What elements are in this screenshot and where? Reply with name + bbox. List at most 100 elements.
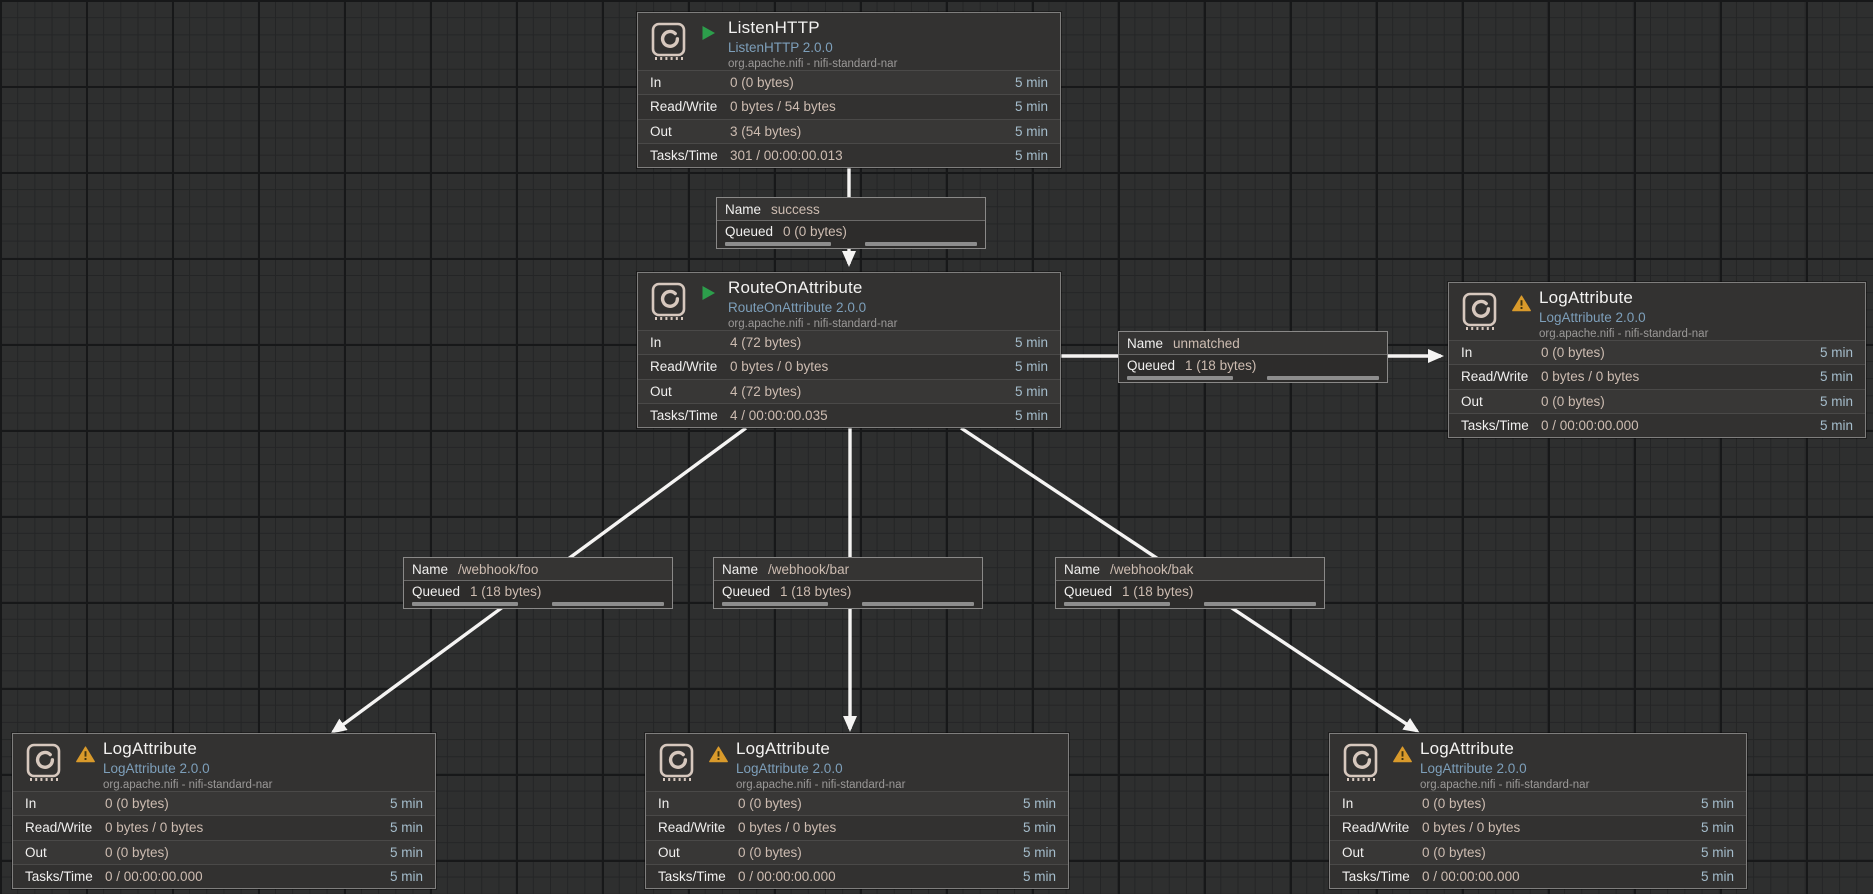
processor-type-version: LogAttribute 2.0.0: [103, 760, 272, 778]
processor-routeonattribute[interactable]: RouteOnAttribute RouteOnAttribute 2.0.0 …: [637, 272, 1061, 428]
stat-out-value: 0 (0 bytes): [738, 845, 1023, 860]
stat-row-tasks-time: Tasks/Time 0 / 00:00:00.000 5 min: [1330, 864, 1746, 888]
processor-logattribute-unmatched[interactable]: LogAttribute LogAttribute 2.0.0 org.apac…: [1448, 282, 1866, 438]
stat-row-read-write: Read/Write 0 bytes / 0 bytes 5 min: [1330, 815, 1746, 839]
processor-listenhttp[interactable]: ListenHTTP ListenHTTP 2.0.0 org.apache.n…: [637, 12, 1061, 168]
stat-row-out: Out 0 (0 bytes) 5 min: [1330, 840, 1746, 864]
processor-title: LogAttribute: [1539, 287, 1708, 309]
connection-queued-label: Queued: [1064, 584, 1112, 599]
stat-row-in: In 0 (0 bytes) 5 min: [13, 791, 435, 815]
connection-name-value: /webhook/bak: [1110, 562, 1193, 577]
stat-window: 5 min: [1015, 335, 1048, 350]
stat-tasks-time-value: 301 / 00:00:00.013: [730, 148, 1015, 163]
stat-read-write-value: 0 bytes / 0 bytes: [738, 820, 1023, 835]
connection-name-value: success: [771, 202, 820, 217]
processor-bundle: org.apache.nifi - nifi-standard-nar: [728, 317, 897, 332]
stat-window: 5 min: [1023, 845, 1056, 860]
connection-label-webhook-bar[interactable]: Name /webhook/bar Queued 1 (18 bytes): [713, 557, 983, 609]
connection-label-webhook-bak[interactable]: Name /webhook/bak Queued 1 (18 bytes): [1055, 557, 1325, 609]
processor-stamp-icon: [651, 22, 687, 69]
stat-window: 5 min: [1023, 796, 1056, 811]
connection-name-value: /webhook/bar: [768, 562, 849, 577]
processor-logattribute-foo[interactable]: LogAttribute LogAttribute 2.0.0 org.apac…: [12, 733, 436, 889]
stat-row-in: In 4 (72 bytes) 5 min: [638, 330, 1060, 354]
connection-name-label: Name: [1064, 562, 1100, 577]
stat-row-out: Out 0 (0 bytes) 5 min: [1449, 389, 1865, 413]
stat-read-write-value: 0 bytes / 0 bytes: [730, 359, 1015, 374]
stat-window: 5 min: [1015, 148, 1048, 163]
stat-row-read-write: Read/Write 0 bytes / 0 bytes 5 min: [1449, 364, 1865, 388]
stat-window: 5 min: [1820, 418, 1853, 433]
processor-title: LogAttribute: [1420, 738, 1589, 760]
stat-tasks-time-value: 0 / 00:00:00.000: [1422, 869, 1701, 884]
stat-row-in: In 0 (0 bytes) 5 min: [1449, 340, 1865, 364]
processor-stamp-icon: [1343, 743, 1379, 790]
stat-out-value: 0 (0 bytes): [105, 845, 390, 860]
stat-out-value: 0 (0 bytes): [1541, 394, 1820, 409]
run-status-play-icon: [701, 285, 716, 306]
processor-type-version: RouteOnAttribute 2.0.0: [728, 299, 897, 317]
stat-row-in: In 0 (0 bytes) 5 min: [638, 70, 1060, 94]
warning-triangle-icon: [1512, 295, 1531, 317]
stat-row-tasks-time: Tasks/Time 0 / 00:00:00.000 5 min: [646, 864, 1068, 888]
connection-queued-value: 1 (18 bytes): [780, 584, 851, 599]
stat-window: 5 min: [1015, 408, 1048, 423]
connection-label-success[interactable]: Name success Queued 0 (0 bytes): [716, 197, 986, 249]
connection-queued-label: Queued: [725, 224, 773, 239]
stat-row-out: Out 0 (0 bytes) 5 min: [646, 840, 1068, 864]
connection-label-webhook-foo[interactable]: Name /webhook/foo Queued 1 (18 bytes): [403, 557, 673, 609]
warning-triangle-icon: [76, 746, 95, 768]
processor-bundle: org.apache.nifi - nifi-standard-nar: [103, 778, 272, 793]
stat-window: 5 min: [1015, 359, 1048, 374]
warning-triangle-icon: [709, 746, 728, 768]
processor-title: LogAttribute: [103, 738, 272, 760]
stat-window: 5 min: [1023, 820, 1056, 835]
stat-row-in: In 0 (0 bytes) 5 min: [1330, 791, 1746, 815]
connection-queued-value: 0 (0 bytes): [783, 224, 847, 239]
connection-name-label: Name: [725, 202, 761, 217]
flow-canvas[interactable]: Name success Queued 0 (0 bytes) Name unm…: [0, 0, 1873, 894]
stat-window: 5 min: [390, 845, 423, 860]
connection-name-label: Name: [1127, 336, 1163, 351]
processor-type-version: ListenHTTP 2.0.0: [728, 39, 897, 57]
stat-in-value: 0 (0 bytes): [1422, 796, 1701, 811]
stat-window: 5 min: [390, 820, 423, 835]
stat-read-write-value: 0 bytes / 54 bytes: [730, 99, 1015, 114]
stat-window: 5 min: [1015, 99, 1048, 114]
stat-read-write-value: 0 bytes / 0 bytes: [105, 820, 390, 835]
stat-window: 5 min: [1701, 820, 1734, 835]
stat-window: 5 min: [1015, 384, 1048, 399]
connection-label-unmatched[interactable]: Name unmatched Queued 1 (18 bytes): [1118, 331, 1388, 383]
connection-name-label: Name: [412, 562, 448, 577]
processor-type-version: LogAttribute 2.0.0: [1420, 760, 1589, 778]
queue-count-usage-bar: [722, 602, 828, 606]
connection-queued-value: 1 (18 bytes): [470, 584, 541, 599]
stat-tasks-time-value: 4 / 00:00:00.035: [730, 408, 1015, 423]
queue-count-usage-bar: [412, 602, 518, 606]
processor-stamp-icon: [659, 743, 695, 790]
queue-count-usage-bar: [1064, 602, 1170, 606]
stat-window: 5 min: [1820, 369, 1853, 384]
queue-size-usage-bar: [862, 602, 974, 606]
stat-row-read-write: Read/Write 0 bytes / 54 bytes 5 min: [638, 94, 1060, 118]
stat-out-value: 4 (72 bytes): [730, 384, 1015, 399]
processor-logattribute-bak[interactable]: LogAttribute LogAttribute 2.0.0 org.apac…: [1329, 733, 1747, 889]
processor-header: ListenHTTP ListenHTTP 2.0.0 org.apache.n…: [638, 13, 1060, 70]
queue-size-usage-bar: [1204, 602, 1316, 606]
queue-count-usage-bar: [725, 242, 831, 246]
processor-logattribute-bar[interactable]: LogAttribute LogAttribute 2.0.0 org.apac…: [645, 733, 1069, 889]
stat-in-value: 4 (72 bytes): [730, 335, 1015, 350]
stat-row-read-write: Read/Write 0 bytes / 0 bytes 5 min: [638, 354, 1060, 378]
connection-queued-label: Queued: [722, 584, 770, 599]
connection-queued-label: Queued: [412, 584, 460, 599]
connection-queued-value: 1 (18 bytes): [1122, 584, 1193, 599]
processor-bundle: org.apache.nifi - nifi-standard-nar: [736, 778, 905, 793]
stat-window: 5 min: [390, 796, 423, 811]
processor-bundle: org.apache.nifi - nifi-standard-nar: [728, 57, 897, 72]
stat-row-out: Out 3 (54 bytes) 5 min: [638, 119, 1060, 143]
processor-type-version: LogAttribute 2.0.0: [1539, 309, 1708, 327]
processor-type-version: LogAttribute 2.0.0: [736, 760, 905, 778]
stat-tasks-time-value: 0 / 00:00:00.000: [738, 869, 1023, 884]
stat-in-value: 0 (0 bytes): [105, 796, 390, 811]
processor-header: LogAttribute LogAttribute 2.0.0 org.apac…: [1449, 283, 1865, 340]
